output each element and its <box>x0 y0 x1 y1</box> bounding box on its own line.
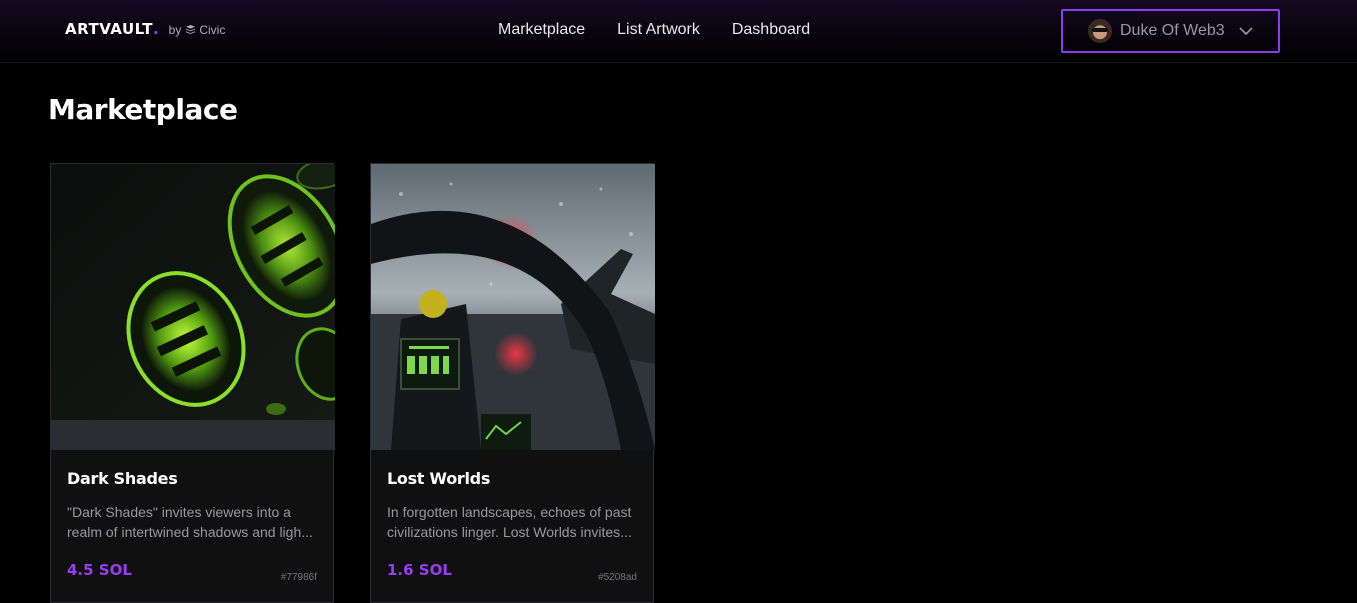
artwork-description-line: "Dark Shades" invites viewers into a <box>67 504 291 520</box>
artwork-description: In forgotten landscapes, echoes of past … <box>387 502 643 542</box>
logo[interactable]: ARTVAULT. by Civic <box>65 20 225 38</box>
artwork-description: "Dark Shades" invites viewers into a rea… <box>67 502 323 542</box>
logo-text: ARTVAULT <box>65 20 153 38</box>
artwork-price: 4.5 SOL <box>67 561 132 579</box>
artwork-description-line: In forgotten landscapes, echoes of past <box>387 504 632 520</box>
artwork-card[interactable]: Dark Shades "Dark Shades" invites viewer… <box>50 163 335 603</box>
artwork-description-line: civilizations linger. Lost Worlds invite… <box>387 524 632 540</box>
civic-icon <box>186 25 196 34</box>
main-nav: Marketplace List Artwork Dashboard <box>498 21 842 39</box>
artwork-price: 1.6 SOL <box>387 561 452 579</box>
chevron-down-icon <box>1239 27 1253 35</box>
civic-brand: Civic <box>186 23 225 37</box>
artwork-title[interactable]: Lost Worlds <box>387 469 490 488</box>
artwork-token-id: #5208ad <box>598 572 637 583</box>
user-menu-button[interactable]: Duke Of Web3 <box>1061 9 1280 53</box>
page-title: Marketplace <box>48 93 238 126</box>
nav-marketplace[interactable]: Marketplace <box>498 21 585 39</box>
top-header: ARTVAULT. by Civic Marketplace List Artw… <box>0 0 1357 63</box>
artwork-token-id: #77986f <box>280 572 317 583</box>
artwork-image-lost-worlds[interactable] <box>371 164 655 450</box>
nav-dashboard[interactable]: Dashboard <box>732 21 810 39</box>
logo-dot: . <box>152 20 159 38</box>
artwork-title[interactable]: Dark Shades <box>67 469 178 488</box>
by-label: by <box>168 23 182 37</box>
artwork-card[interactable]: Lost Worlds In forgotten landscapes, ech… <box>370 163 655 603</box>
user-avatar <box>1088 19 1112 43</box>
artwork-image-dark-shades[interactable] <box>51 164 335 450</box>
nav-list-artwork[interactable]: List Artwork <box>617 21 700 39</box>
civic-label: Civic <box>199 22 226 37</box>
artwork-description-line: realm of intertwined shadows and ligh... <box>67 524 313 540</box>
user-name: Duke Of Web3 <box>1120 22 1225 39</box>
